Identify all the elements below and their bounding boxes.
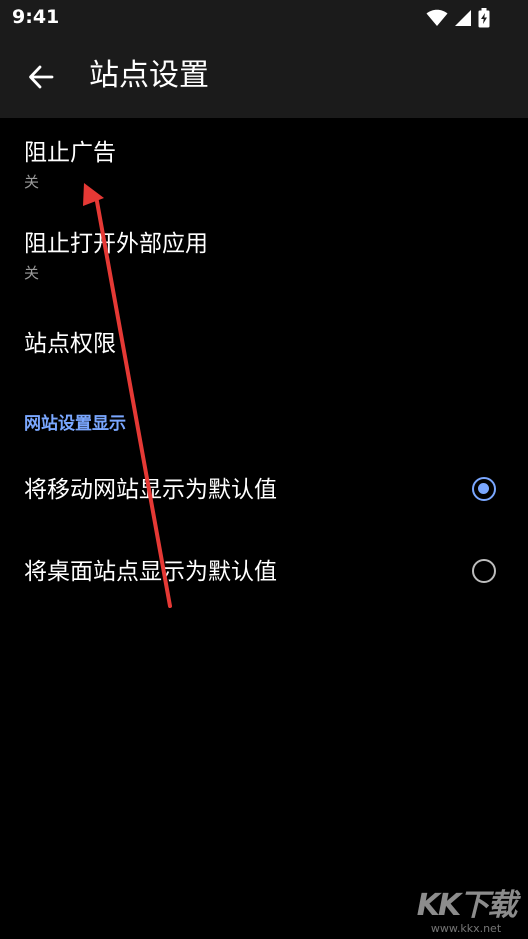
setting-block-external-apps[interactable]: 阻止打开外部应用 关 — [0, 212, 528, 306]
radio-button-unchecked[interactable] — [472, 559, 496, 583]
status-time: 9:41 — [12, 6, 60, 28]
radio-option-desktop-site[interactable]: 将桌面站点显示为默认值 — [0, 532, 528, 614]
page-title: 站点设置 — [89, 58, 209, 93]
status-bar: 9:41 — [0, 0, 528, 36]
setting-title: 阻止广告 — [24, 140, 116, 166]
watermark-logo: KK下载 — [416, 888, 518, 923]
wifi-icon — [426, 9, 448, 26]
status-icons — [426, 7, 490, 29]
battery-charging-icon — [478, 8, 490, 28]
app-bar: 站点设置 — [0, 36, 528, 118]
setting-title: 阻止打开外部应用 — [24, 231, 208, 257]
setting-block-ads[interactable]: 阻止广告 关 — [0, 118, 528, 214]
radio-label: 将移动网站显示为默认值 — [24, 477, 277, 503]
setting-summary: 关 — [24, 264, 40, 282]
cellular-signal-icon — [455, 10, 471, 26]
setting-title: 站点权限 — [24, 331, 116, 357]
radio-label: 将桌面站点显示为默认值 — [24, 559, 277, 585]
radio-button-checked[interactable] — [472, 477, 496, 501]
setting-site-permissions[interactable]: 站点权限 — [0, 306, 528, 386]
back-button[interactable] — [22, 58, 60, 96]
section-header-site-display: 网站设置显示 — [24, 414, 126, 434]
arrow-back-icon — [29, 65, 54, 89]
watermark: KK下载 www.kkx.net — [410, 889, 522, 935]
watermark-url: www.kkx.net — [430, 922, 502, 935]
setting-summary: 关 — [24, 173, 40, 191]
radio-option-mobile-site[interactable]: 将移动网站显示为默认值 — [0, 450, 528, 532]
